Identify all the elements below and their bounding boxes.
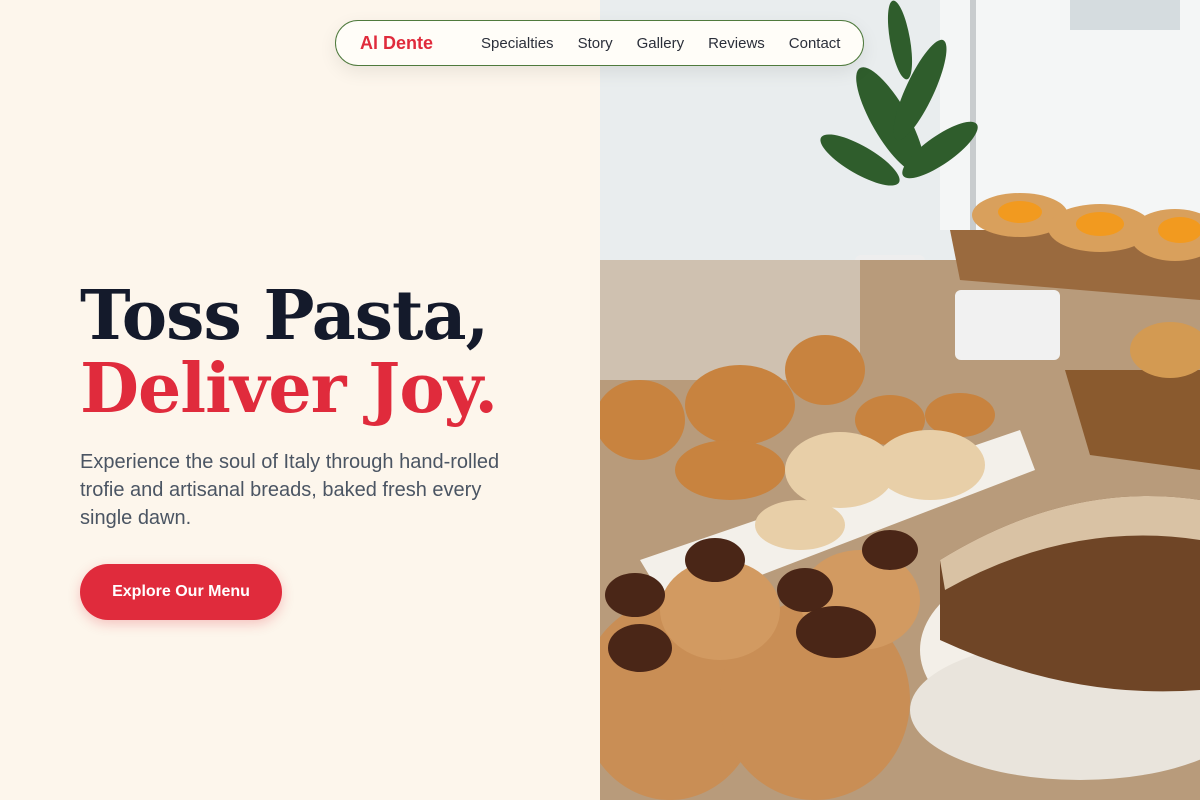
nav-link-story[interactable]: Story: [578, 35, 613, 52]
nav-links: Specialties Story Gallery Reviews Contac…: [481, 35, 840, 52]
hero-section: Toss Pasta, Deliver Joy. Experience the …: [0, 0, 600, 800]
nav-link-gallery[interactable]: Gallery: [637, 35, 685, 52]
explore-menu-button[interactable]: Explore Our Menu: [80, 564, 282, 620]
headline-line-1: Toss Pasta,: [80, 276, 489, 356]
hero-headline: Toss Pasta, Deliver Joy.: [80, 276, 498, 429]
nav-link-contact[interactable]: Contact: [789, 35, 841, 52]
brand-logo[interactable]: Al Dente: [360, 33, 433, 54]
bakery-display-photo: [600, 0, 1200, 800]
top-navigation: Al Dente Specialties Story Gallery Revie…: [335, 20, 864, 66]
nav-link-specialties[interactable]: Specialties: [481, 35, 554, 52]
nav-link-reviews[interactable]: Reviews: [708, 35, 765, 52]
hero-subtitle: Experience the soul of Italy through han…: [80, 451, 500, 529]
bakery-photo-illustration: [600, 0, 1200, 800]
headline-line-2: Deliver Joy.: [80, 349, 498, 429]
